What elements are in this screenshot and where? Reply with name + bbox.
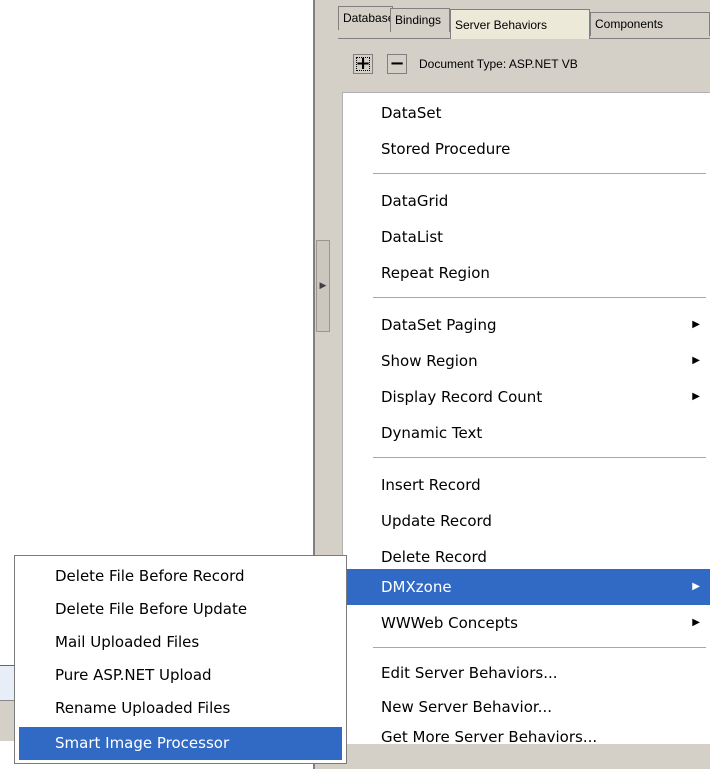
menu-item-insert-record[interactable]: Insert Record bbox=[343, 467, 710, 503]
menu-item-dmxzone[interactable]: DMXzone ▶ bbox=[343, 569, 710, 605]
tab-server-behaviors[interactable]: Server Behaviors bbox=[450, 9, 590, 39]
menu-item-show-region[interactable]: Show Region ▶ bbox=[343, 343, 710, 379]
add-server-behavior-menu: DataSet Stored Procedure DataGrid DataLi… bbox=[342, 92, 710, 746]
collapse-arrow-icon: ▶ bbox=[319, 281, 327, 291]
background-window-edge bbox=[0, 700, 14, 741]
submenu-arrow-icon: ▶ bbox=[692, 581, 700, 592]
submenu-arrow-icon: ▶ bbox=[692, 355, 700, 366]
panel-collapse-handle[interactable]: ▶ bbox=[316, 240, 330, 332]
menu-item-dataset[interactable]: DataSet bbox=[343, 95, 710, 131]
submenu-item-delete-file-before-record[interactable]: Delete File Before Record bbox=[19, 560, 342, 593]
menu-item-display-record-count[interactable]: Display Record Count ▶ bbox=[343, 379, 710, 415]
submenu-item-smart-image-processor[interactable]: Smart Image Processor bbox=[19, 727, 342, 760]
menu-item-wwweb-concepts[interactable]: WWWeb Concepts ▶ bbox=[343, 605, 710, 641]
menu-item-stored-procedure[interactable]: Stored Procedure bbox=[343, 131, 710, 167]
document-type-label: Document Type: ASP.NET VB bbox=[419, 57, 578, 71]
menu-separator bbox=[373, 173, 706, 174]
menu-item-edit-server-behaviors[interactable]: Edit Server Behaviors... bbox=[343, 655, 710, 691]
menu-item-datalist[interactable]: DataList bbox=[343, 219, 710, 255]
submenu-arrow-icon: ▶ bbox=[692, 319, 700, 330]
submenu-item-delete-file-before-update[interactable]: Delete File Before Update bbox=[19, 593, 342, 626]
tab-bindings[interactable]: Bindings bbox=[390, 8, 450, 32]
tab-components[interactable]: Components bbox=[590, 12, 710, 36]
menu-item-repeat-region[interactable]: Repeat Region bbox=[343, 255, 710, 291]
menu-item-dataset-paging[interactable]: DataSet Paging ▶ bbox=[343, 307, 710, 343]
menu-item-update-record[interactable]: Update Record bbox=[343, 503, 710, 539]
submenu-item-mail-uploaded-files[interactable]: Mail Uploaded Files bbox=[19, 626, 342, 659]
submenu-arrow-icon: ▶ bbox=[692, 391, 700, 402]
dmxzone-submenu: Delete File Before Record Delete File Be… bbox=[14, 555, 347, 764]
menu-separator bbox=[373, 457, 706, 458]
menu-item-dynamic-text[interactable]: Dynamic Text bbox=[343, 415, 710, 451]
menu-separator bbox=[373, 647, 706, 648]
add-behavior-button[interactable]: + bbox=[353, 54, 373, 74]
menu-item-get-more-server-behaviors[interactable]: Get More Server Behaviors... bbox=[343, 719, 710, 755]
submenu-arrow-icon: ▶ bbox=[692, 617, 700, 628]
remove-behavior-button[interactable]: − bbox=[387, 54, 407, 74]
submenu-item-rename-uploaded-files[interactable]: Rename Uploaded Files bbox=[19, 692, 342, 725]
panel-tab-bar: Databases Bindings Server Behaviors Comp… bbox=[338, 6, 710, 39]
tab-databases[interactable]: Databases bbox=[338, 6, 393, 30]
submenu-item-pure-aspnet-upload[interactable]: Pure ASP.NET Upload bbox=[19, 659, 342, 692]
server-behaviors-toolbar: + − Document Type: ASP.NET VB bbox=[345, 48, 710, 82]
menu-separator bbox=[373, 297, 706, 298]
menu-item-datagrid[interactable]: DataGrid bbox=[343, 183, 710, 219]
